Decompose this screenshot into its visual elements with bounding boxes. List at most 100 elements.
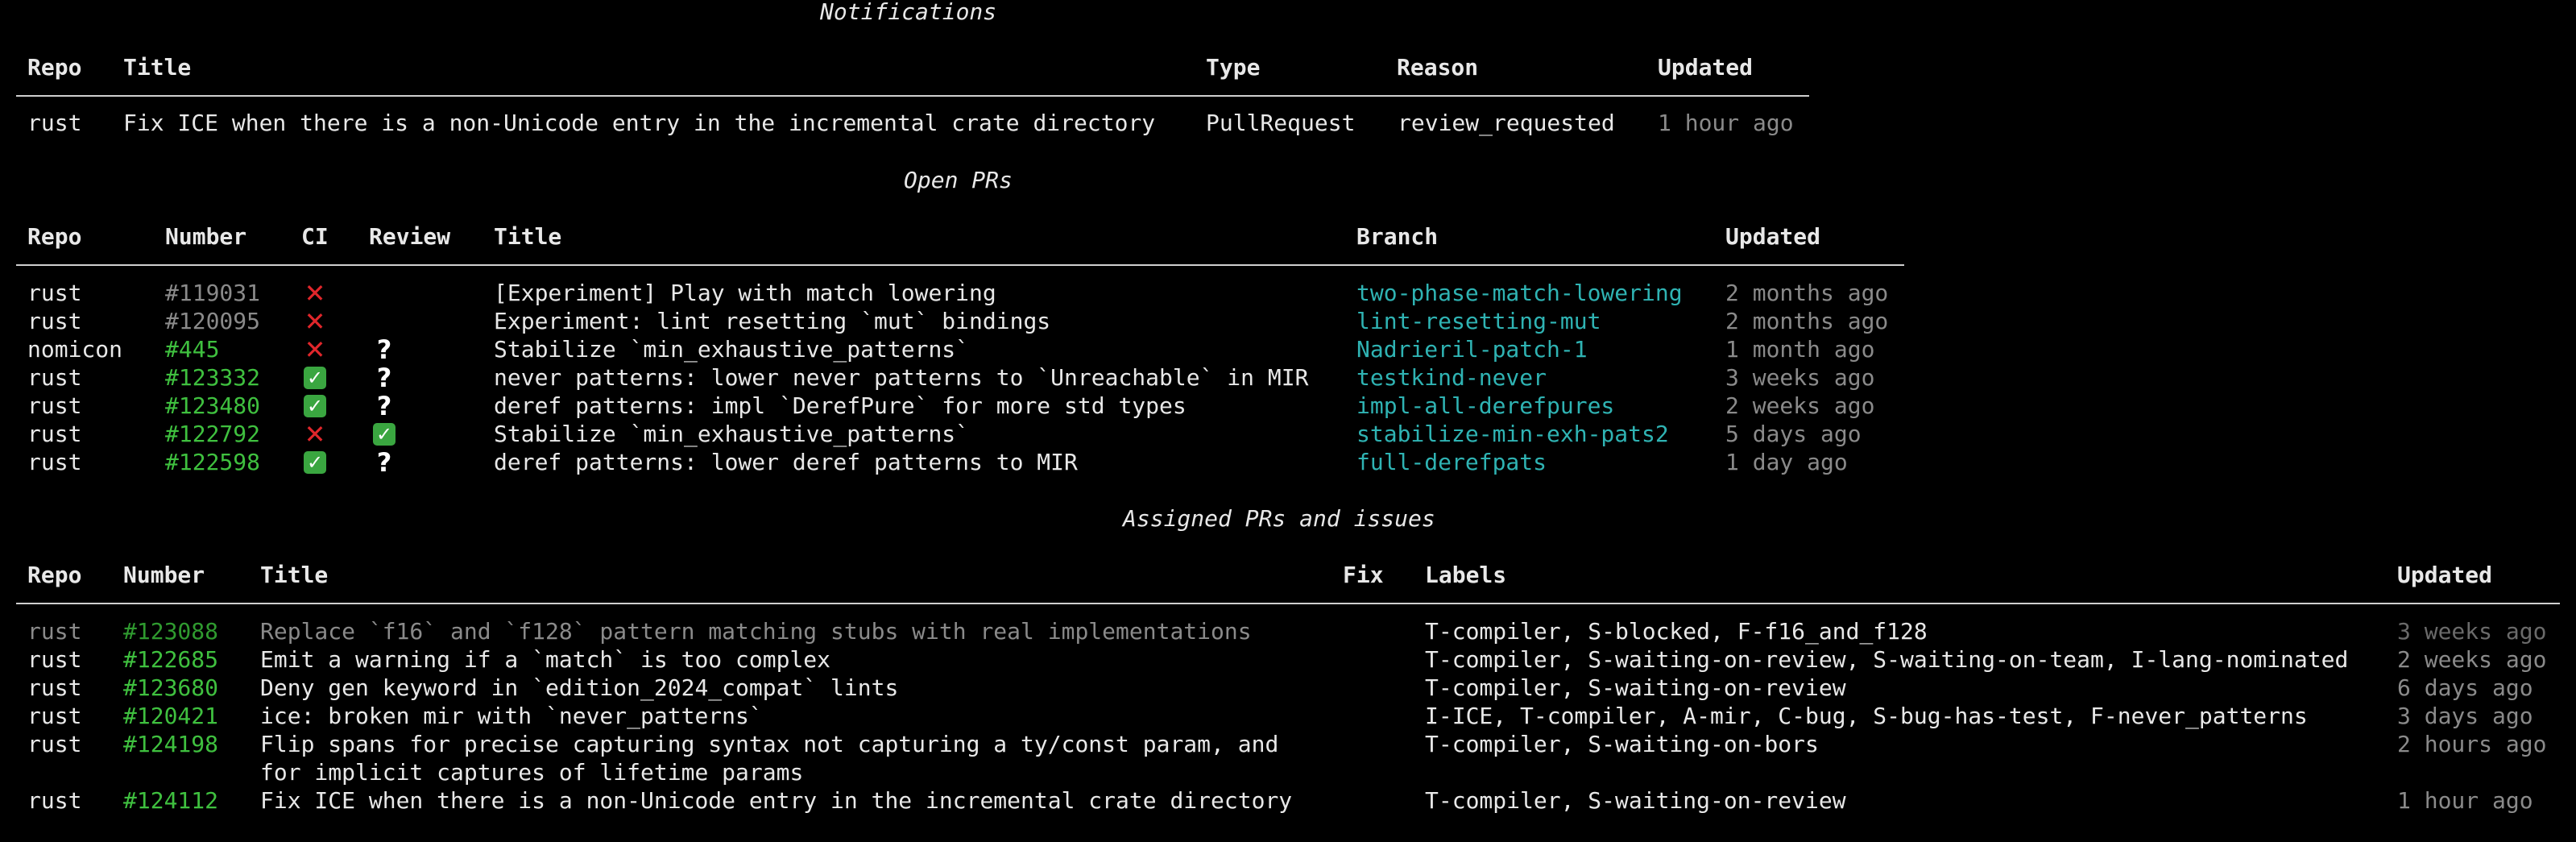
assigned-updated: 2 hours ago	[2397, 731, 2547, 757]
notification-type: PullRequest	[1206, 110, 1356, 136]
assigned-number[interactable]: #124198	[123, 731, 218, 758]
question-mark-icon: ?	[376, 447, 392, 478]
notifications-header-type: Type	[1206, 54, 1261, 81]
question-mark-icon: ?	[376, 334, 392, 365]
pr-title[interactable]: never patterns: lower never patterns to …	[494, 364, 1308, 392]
pr-branch[interactable]: stabilize-min-exh-pats2	[1356, 421, 1669, 448]
pr-updated: 3 weeks ago	[1725, 364, 1875, 391]
pr-number[interactable]: #122792	[165, 421, 260, 448]
check-mark-icon: ✓	[304, 367, 326, 389]
pr-branch[interactable]: impl-all-derefpures	[1356, 392, 1614, 420]
assigned-header-labels: Labels	[1425, 562, 1507, 588]
assigned-title-continuation: for implicit captures of lifetime params	[260, 759, 804, 786]
assigned-header-number: Number	[123, 562, 205, 588]
pr-title[interactable]: Stabilize `min_exhaustive_patterns`	[494, 421, 969, 448]
check-mark-icon: ✓	[304, 451, 326, 474]
assigned-title: Assigned PRs and issues	[1123, 505, 1435, 532]
pr-updated: 1 day ago	[1725, 449, 1848, 475]
pr-repo: rust	[27, 280, 82, 306]
notification-repo: rust	[27, 110, 82, 136]
pr-branch[interactable]: full-derefpats	[1356, 449, 1547, 476]
assigned-labels: T-compiler, S-waiting-on-review	[1425, 674, 1846, 701]
open-prs-header-number: Number	[165, 223, 247, 250]
assigned-labels: I-ICE, T-compiler, A-mir, C-bug, S-bug-h…	[1425, 703, 2308, 729]
pr-repo: rust	[27, 421, 82, 447]
cross-mark-icon: ✕	[304, 306, 326, 337]
assigned-title[interactable]: ice: broken mir with `never_patterns`	[260, 703, 763, 730]
open-prs-title: Open PRs	[904, 167, 1013, 193]
assigned-number[interactable]: #123680	[123, 674, 218, 702]
notification-reason: review_requested	[1398, 110, 1615, 136]
open-prs-header-review: Review	[369, 223, 451, 250]
assigned-title[interactable]: Deny gen keyword in `edition_2024_compat…	[260, 674, 898, 702]
pr-number[interactable]: #445	[165, 336, 219, 363]
pr-branch[interactable]: testkind-never	[1356, 364, 1547, 392]
cross-mark-icon: ✕	[304, 278, 326, 309]
assigned-title[interactable]: Replace `f16` and `f128` pattern matchin…	[260, 618, 1252, 645]
assigned-repo: rust	[27, 787, 82, 814]
pr-title[interactable]: Experiment: lint resetting `mut` binding…	[494, 308, 1050, 335]
assigned-repo: rust	[27, 674, 82, 701]
pr-updated: 2 months ago	[1725, 280, 1889, 306]
assigned-header-fix: Fix	[1343, 562, 1384, 588]
notifications-title: Notifications	[820, 0, 997, 25]
assigned-repo: rust	[27, 731, 82, 757]
pr-repo: nomicon	[27, 336, 123, 363]
cross-mark-icon: ✕	[304, 419, 326, 450]
notification-title[interactable]: Fix ICE when there is a non-Unicode entr…	[123, 110, 1155, 137]
assigned-number[interactable]: #124112	[123, 787, 218, 815]
assigned-title[interactable]: Flip spans for precise capturing syntax …	[260, 731, 1278, 758]
pr-branch[interactable]: Nadrieril-patch-1	[1356, 336, 1588, 363]
assigned-labels: T-compiler, S-waiting-on-bors	[1425, 731, 1819, 757]
open-prs-header-ci: CI	[301, 223, 329, 250]
assigned-header-title: Title	[260, 562, 329, 588]
pr-repo: rust	[27, 364, 82, 391]
notifications-header-reason: Reason	[1397, 54, 1479, 81]
pr-branch[interactable]: two-phase-match-lowering	[1356, 280, 1683, 307]
pr-number[interactable]: #123480	[165, 392, 260, 420]
cross-mark-icon: ✕	[304, 334, 326, 365]
pr-number[interactable]: #120095	[165, 308, 260, 335]
assigned-header-rule	[16, 603, 2560, 604]
assigned-labels: T-compiler, S-waiting-on-review, S-waiti…	[1425, 646, 2349, 673]
assigned-updated: 3 weeks ago	[2397, 618, 2547, 645]
pr-title[interactable]: deref patterns: lower deref patterns to …	[494, 449, 1078, 476]
pr-number[interactable]: #123332	[165, 364, 260, 392]
pr-updated: 2 weeks ago	[1725, 392, 1875, 419]
pr-updated: 2 months ago	[1725, 308, 1889, 334]
pr-title[interactable]: [Experiment] Play with match lowering	[494, 280, 996, 307]
open-prs-header-rule	[16, 264, 1904, 266]
assigned-number[interactable]: #122685	[123, 646, 218, 674]
pr-repo: rust	[27, 392, 82, 419]
pr-updated: 5 days ago	[1725, 421, 1862, 447]
notification-updated: 1 hour ago	[1658, 110, 1794, 136]
pr-title[interactable]: deref patterns: impl `DerefPure` for mor…	[494, 392, 1187, 420]
assigned-header-repo: Repo	[27, 562, 82, 588]
pr-number[interactable]: #122598	[165, 449, 260, 476]
pr-updated: 1 month ago	[1725, 336, 1875, 363]
open-prs-header-branch: Branch	[1356, 223, 1439, 250]
assigned-number[interactable]: #120421	[123, 703, 218, 730]
pr-branch[interactable]: lint-resetting-mut	[1356, 308, 1601, 335]
notifications-header-repo: Repo	[27, 54, 82, 81]
assigned-repo: rust	[27, 703, 82, 729]
notifications-header-title: Title	[123, 54, 192, 81]
question-mark-icon: ?	[376, 391, 392, 421]
question-mark-icon: ?	[376, 363, 392, 393]
check-mark-icon: ✓	[304, 395, 326, 417]
pr-number[interactable]: #119031	[165, 280, 260, 307]
pr-title[interactable]: Stabilize `min_exhaustive_patterns`	[494, 336, 969, 363]
assigned-updated: 2 weeks ago	[2397, 646, 2547, 673]
assigned-updated: 3 days ago	[2397, 703, 2533, 729]
assigned-repo: rust	[27, 646, 82, 673]
assigned-title[interactable]: Emit a warning if a `match` is too compl…	[260, 646, 830, 674]
assigned-updated: 1 hour ago	[2397, 787, 2533, 814]
assigned-header-updated: Updated	[2397, 562, 2493, 588]
assigned-labels: T-compiler, S-waiting-on-review	[1425, 787, 1846, 814]
assigned-labels: T-compiler, S-blocked, F-f16_and_f128	[1425, 618, 1928, 645]
assigned-number[interactable]: #123088	[123, 618, 218, 645]
assigned-repo: rust	[27, 618, 82, 645]
open-prs-header-title: Title	[494, 223, 562, 250]
check-mark-icon: ✓	[373, 423, 396, 446]
assigned-title[interactable]: Fix ICE when there is a non-Unicode entr…	[260, 787, 1292, 815]
